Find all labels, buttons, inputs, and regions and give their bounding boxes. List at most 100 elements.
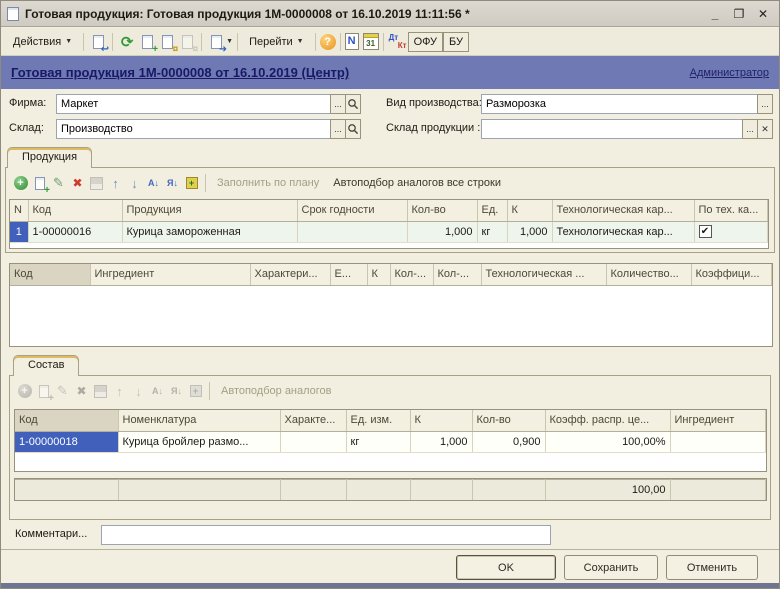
autoselect-analogs-button[interactable]: Автоподбор аналогов все строки [326, 177, 508, 189]
vid-ellipsis-button[interactable]: ... [757, 94, 773, 114]
ingredient-cell[interactable] [670, 431, 766, 452]
dtkt-postings-icon[interactable]: ДтКт [388, 33, 408, 51]
help-icon[interactable]: ? [320, 34, 336, 50]
document-header-band: Готовая продукция 1М-0000008 от 16.10.20… [1, 56, 779, 89]
col-header: Е... [330, 264, 367, 285]
table-row[interactable]: 1-00000018 Курица бройлер размо... кг 1,… [15, 431, 766, 452]
sort-desc-icon[interactable]: Я↓ [167, 382, 186, 401]
close-button[interactable]: ✕ [753, 5, 773, 23]
maximize-button[interactable]: ❐ [729, 5, 749, 23]
col-header: Кол-... [433, 264, 481, 285]
pick-analogs-icon[interactable]: + [182, 174, 201, 193]
add-row-icon[interactable]: + [11, 174, 30, 193]
coeff-cell[interactable]: 100,00% [545, 431, 670, 452]
move-down-icon[interactable]: ↓ [125, 174, 144, 193]
minimize-button[interactable]: _ [705, 5, 725, 23]
chevron-down-icon: ▼ [297, 38, 304, 45]
fields-row-1: Фирма: ... Вид производства: ... [1, 94, 779, 114]
sklad-input[interactable] [56, 119, 331, 139]
sostav-footer-table: 100,00 [15, 479, 766, 501]
sklad-prod-clear-button[interactable]: ✕ [757, 119, 773, 139]
delete-row-icon[interactable]: ✖ [72, 382, 91, 401]
output-icon[interactable]: ➜ [206, 32, 226, 52]
unpost-icon[interactable]: ¤ [177, 32, 197, 52]
code-cell[interactable]: 1-00000016 [28, 221, 122, 242]
k-cell[interactable]: 1,000 [507, 221, 552, 242]
fill-by-plan-button[interactable]: Заполнить по плану [210, 177, 326, 189]
output-dropdown-icon[interactable]: ▼ [226, 38, 233, 45]
toolbar-separator [201, 33, 202, 51]
firma-magnifier-button[interactable] [345, 94, 361, 114]
copy-row-icon[interactable]: + [34, 382, 53, 401]
col-header: Характери... [250, 264, 330, 285]
tab-products[interactable]: Продукция [7, 147, 92, 168]
user-link[interactable]: Администратор [690, 67, 769, 79]
post-document-icon[interactable]: ⟳ [117, 32, 137, 52]
comment-input[interactable] [101, 525, 551, 545]
by-techcard-cell[interactable]: ✔ [694, 221, 768, 242]
nomenclature-cell[interactable]: Курица бройлер размо... [118, 431, 280, 452]
pick-analogs-icon[interactable]: + [186, 382, 205, 401]
characteristic-cell[interactable] [280, 431, 346, 452]
calendar-icon[interactable]: 31 [363, 33, 379, 50]
qty-cell[interactable]: 0,900 [472, 431, 545, 452]
ofu-toggle-button[interactable]: ОФУ [408, 32, 443, 52]
save-button[interactable]: Сохранить [564, 555, 658, 580]
table-row[interactable]: 1 1-00000016 Курица замороженная 1,000 к… [10, 221, 768, 242]
unit-cell[interactable]: кг [477, 221, 507, 242]
sort-asc-icon[interactable]: А↓ [148, 382, 167, 401]
k-cell[interactable]: 1,000 [410, 431, 472, 452]
tab-sostav[interactable]: Состав [13, 355, 79, 376]
products-table: N Код Продукция Срок годности Кол-во Ед.… [10, 200, 768, 243]
save-close-icon[interactable]: ↩ [88, 32, 108, 52]
post-register-icon[interactable]: ¤ [157, 32, 177, 52]
number-icon[interactable]: N [345, 33, 359, 50]
button-bar: OK Сохранить Отменить [1, 549, 779, 585]
bu-toggle-button[interactable]: БУ [443, 32, 469, 52]
sklad-ellipsis-button[interactable]: ... [330, 119, 346, 139]
sort-desc-icon[interactable]: Я↓ [163, 174, 182, 193]
qty-cell[interactable]: 1,000 [407, 221, 477, 242]
edit-row-icon[interactable]: ✎ [53, 382, 72, 401]
actions-menu-button[interactable]: Действия ▼ [6, 32, 79, 52]
products-grid-toolbar: + + ✎ ✖ ↑ ↓ А↓ Я↓ + Заполнить по плану А… [11, 171, 769, 195]
move-down-icon[interactable]: ↓ [129, 382, 148, 401]
autoselect-analogs-button[interactable]: Автоподбор аналогов [214, 385, 339, 397]
col-header: Технологическая кар... [552, 200, 694, 221]
document-window: Готовая продукция: Готовая продукция 1М-… [0, 0, 780, 589]
move-up-icon[interactable]: ↑ [110, 382, 129, 401]
copy-document-icon[interactable]: + [137, 32, 157, 52]
move-up-icon[interactable]: ↑ [106, 174, 125, 193]
vid-label: Вид производства: [386, 97, 482, 109]
techcard-cell[interactable]: Технологическая кар... [552, 221, 694, 242]
save-order-icon[interactable] [91, 382, 110, 401]
col-header: Код [15, 410, 118, 431]
save-order-icon[interactable] [87, 174, 106, 193]
sklad-magnifier-button[interactable] [345, 119, 361, 139]
copy-row-icon[interactable]: + [30, 174, 49, 193]
firma-input[interactable] [56, 94, 331, 114]
firma-ellipsis-button[interactable]: ... [330, 94, 346, 114]
techcard-checkbox[interactable]: ✔ [699, 225, 712, 238]
row-number-cell[interactable]: 1 [10, 221, 28, 242]
cancel-button[interactable]: Отменить [666, 555, 758, 580]
unit-cell[interactable]: кг [346, 431, 410, 452]
sklad-prod-ellipsis-button[interactable]: ... [742, 119, 758, 139]
sostav-grid-toolbar: + + ✎ ✖ ↑ ↓ А↓ Я↓ + Автоподбор аналогов [15, 379, 765, 403]
products-header-row: N Код Продукция Срок годности Кол-во Ед.… [10, 200, 768, 221]
ok-button[interactable]: OK [456, 555, 556, 580]
col-header: Характе... [280, 410, 346, 431]
document-title-link[interactable]: Готовая продукция 1М-0000008 от 16.10.20… [11, 65, 349, 80]
shelf-life-cell[interactable] [297, 221, 407, 242]
delete-row-icon[interactable]: ✖ [68, 174, 87, 193]
add-row-icon[interactable]: + [15, 382, 34, 401]
goto-menu-button[interactable]: Перейти ▼ [242, 32, 311, 52]
product-cell[interactable]: Курица замороженная [122, 221, 297, 242]
vid-input[interactable] [481, 94, 758, 114]
edit-row-icon[interactable]: ✎ [49, 174, 68, 193]
sklad-prod-input[interactable] [481, 119, 743, 139]
sort-asc-icon[interactable]: А↓ [144, 174, 163, 193]
code-cell[interactable]: 1-00000018 [15, 431, 118, 452]
col-header: Кол-во [472, 410, 545, 431]
col-header: Кол-... [390, 264, 433, 285]
